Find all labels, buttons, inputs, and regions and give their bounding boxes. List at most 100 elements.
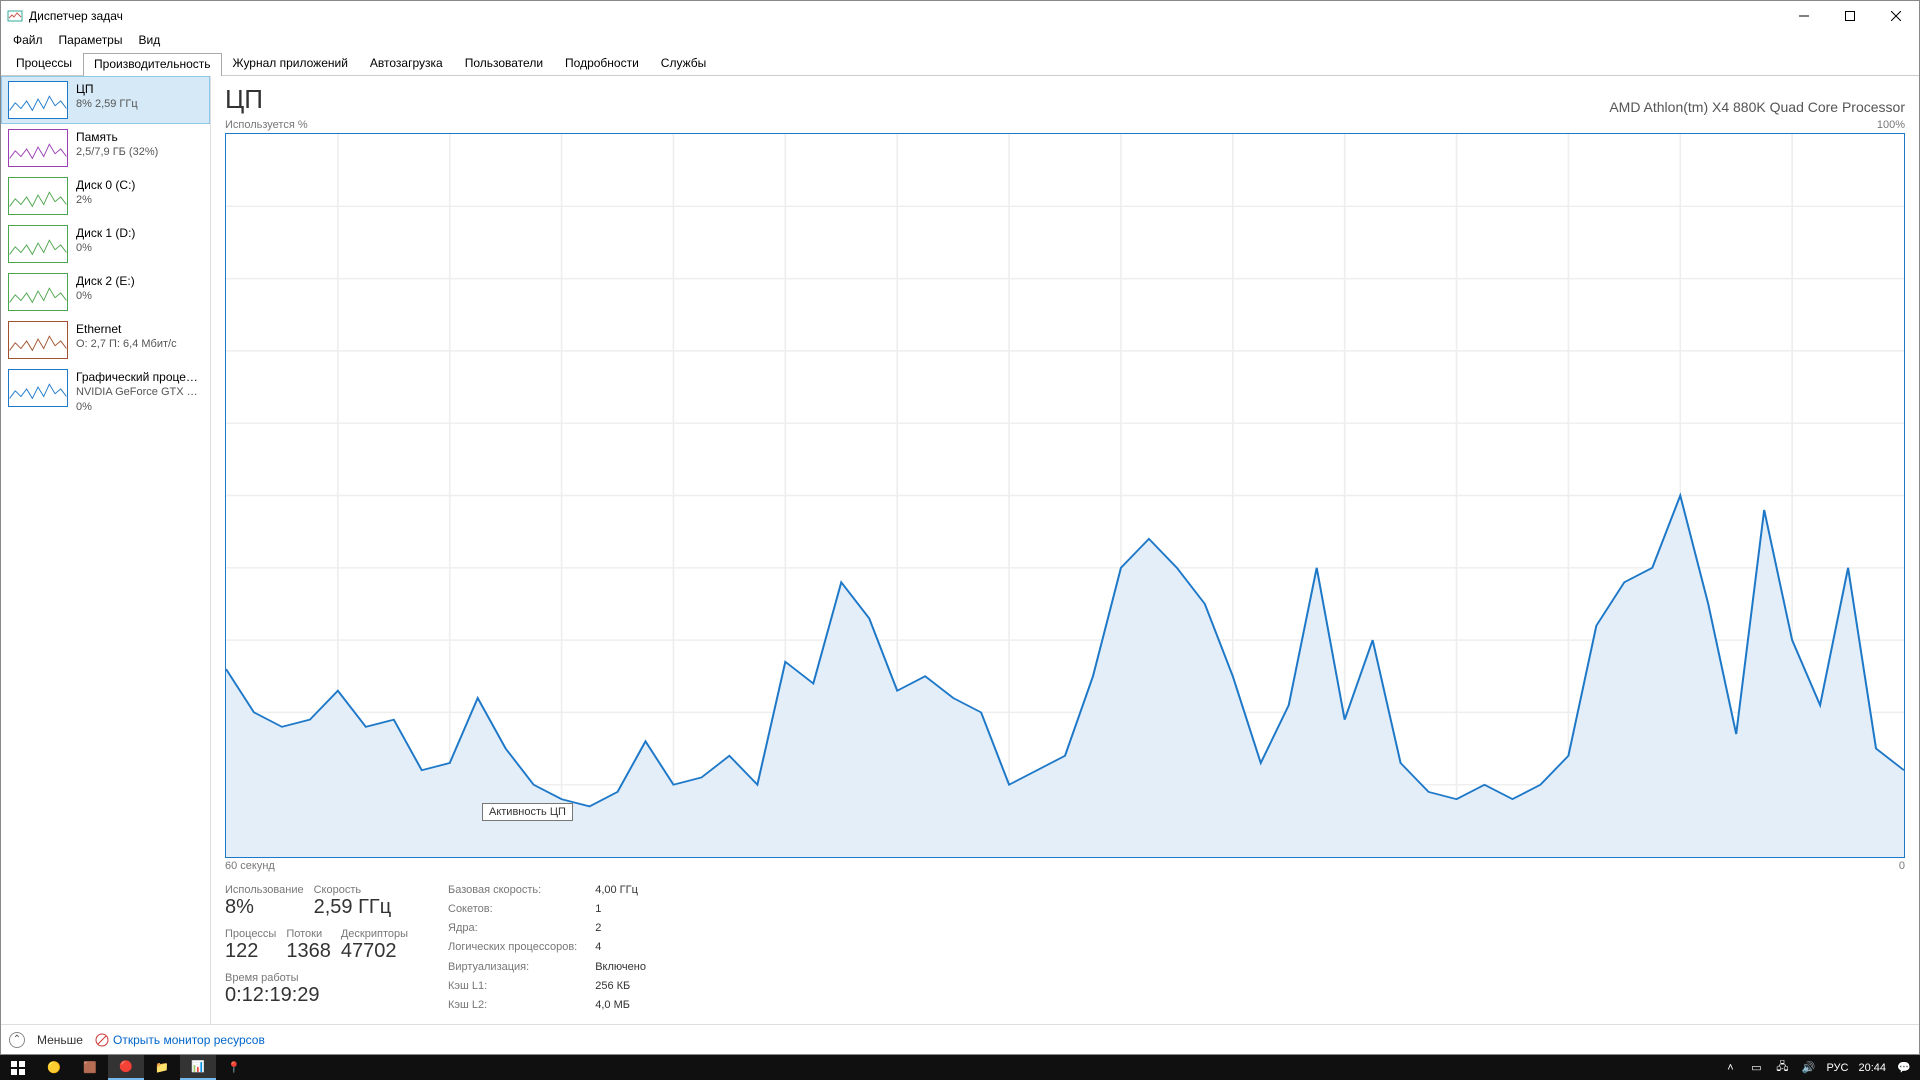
stat-value: 8% [225,896,304,918]
sidebar-item-title: Графический процессор 0 [76,369,203,385]
tray-language[interactable]: РУС [1826,1062,1848,1074]
tab-Процессы[interactable]: Процессы [5,52,83,75]
app-icon [7,8,23,24]
tray-battery-icon[interactable]: ▭ [1748,1060,1764,1076]
taskbar-app-1[interactable]: 🟫 [72,1055,108,1080]
sidebar-item-disk2[interactable]: Диск 2 (E:)0% [1,268,210,316]
resmon-icon [95,1033,109,1047]
detail-value: 4,0 МБ [595,999,646,1016]
tray-volume-icon[interactable]: 🔊 [1800,1060,1816,1076]
close-button[interactable] [1873,1,1919,31]
detail-value: 4,00 ГГц [595,884,646,901]
detail-value: 4 [595,941,646,958]
sidebar-item-title: Диск 1 (D:) [76,225,135,241]
detail-key: Логических процессоров: [448,941,577,958]
main-panel: ЦП AMD Athlon(tm) X4 880K Quad Core Proc… [211,76,1919,1024]
tray-chevron-icon[interactable]: ˄ [1722,1060,1738,1076]
cpu-chart[interactable]: Активность ЦП [225,133,1905,858]
fewer-details-link[interactable]: Меньше [37,1033,83,1047]
sidebar-item-gpu[interactable]: Графический процессор 0NVIDIA GeForce GT… [1,364,210,420]
detail-value: Включено [595,961,646,978]
sidebar-item-disk1[interactable]: Диск 1 (D:)0% [1,220,210,268]
sidebar-item-sub: 8% 2,59 ГГц [76,97,138,112]
stat-label: Использование [225,884,304,896]
start-button[interactable] [0,1055,36,1080]
taskbar-app-explorer[interactable]: 📁 [144,1055,180,1080]
sidebar-item-sub: 2,5/7,9 ГБ (32%) [76,145,158,160]
tray-notifications-icon[interactable]: 💬 [1896,1060,1912,1076]
tab-Автозагрузка[interactable]: Автозагрузка [359,52,454,75]
window-title: Диспетчер задач [29,9,1781,23]
detail-value: 1 [595,903,646,920]
stats-area: Использование 8% Скорость 2,59 ГГц Проце… [225,884,1905,1016]
page-heading: ЦП [225,84,263,115]
chart-x-right: 0 [1899,860,1905,872]
stat-value: 122 [225,940,276,962]
taskbar-app-taskmgr[interactable]: 📊 [180,1055,216,1080]
detail-value: 2 [595,922,646,939]
sidebar-item-sub: NVIDIA GeForce GTX 1050 Ti [76,385,203,400]
tab-Службы[interactable]: Службы [650,52,717,75]
collapse-icon[interactable]: ⌃ [9,1032,25,1048]
uptime-label: Время работы [225,972,408,984]
menu-Файл[interactable]: Файл [5,31,51,52]
open-resmon-link[interactable]: Открыть монитор ресурсов [95,1033,265,1047]
stat-label: Процессы [225,928,276,940]
tray-clock[interactable]: 20:44 [1858,1062,1886,1074]
taskbar-app-3[interactable]: 📍 [216,1055,252,1080]
menubar: ФайлПараметрыВид [1,31,1919,52]
detail-key: Кэш L1: [448,980,577,997]
uptime-value: 0:12:19:29 [225,984,408,1006]
sidebar-item-mem[interactable]: Память2,5/7,9 ГБ (32%) [1,124,210,172]
tray-network-icon[interactable]: 🖧 [1774,1060,1790,1076]
sidebar-item-cpu[interactable]: ЦП8% 2,59 ГГц [1,76,210,124]
stat-value: 1368 [286,940,331,962]
sidebar-item-title: Ethernet [76,321,177,337]
chart-tooltip: Активность ЦП [482,803,573,821]
sidebar-item-title: ЦП [76,81,138,97]
detail-key: Кэш L2: [448,999,577,1016]
sidebar-item-net[interactable]: EthernetО: 2,7 П: 6,4 Мбит/с [1,316,210,364]
tab-Подробности[interactable]: Подробности [554,52,650,75]
sidebar-thumb-disk1 [8,225,68,263]
sidebar-item-sub: О: 2,7 П: 6,4 Мбит/с [76,337,177,352]
sidebar-thumb-cpu [8,81,68,119]
sidebar-item-title: Память [76,129,158,145]
tab-Производительность[interactable]: Производительность [83,53,221,76]
sidebar-item-disk0[interactable]: Диск 0 (C:)2% [1,172,210,220]
cpu-details: Базовая скорость: 4,00 ГГц Сокетов: 1 Ядра: 2… [448,884,646,1016]
titlebar[interactable]: Диспетчер задач [1,1,1919,31]
sidebar-thumb-disk2 [8,273,68,311]
taskbar-app-browser[interactable]: 🟡 [36,1055,72,1080]
stat-value: 2,59 ГГц [314,896,392,918]
detail-key: Базовая скорость: [448,884,577,901]
taskbar-app-2[interactable]: 🔴 [108,1055,144,1080]
sidebar-item-title: Диск 2 (E:) [76,273,135,289]
chart-x-left: 60 секунд [225,860,275,872]
detail-key: Ядра: [448,922,577,939]
cpu-model: AMD Athlon(tm) X4 880K Quad Core Process… [1609,99,1905,115]
sidebar-item-sub: 0% [76,289,135,304]
menu-Вид[interactable]: Вид [130,31,168,52]
maximize-button[interactable] [1827,1,1873,31]
taskbar[interactable]: 🟡 🟫 🔴 📁 📊 📍 ˄ ▭ 🖧 🔊 РУС 20:44 💬 [0,1055,1920,1080]
sidebar-item-sub: 2% [76,193,135,208]
minimize-button[interactable] [1781,1,1827,31]
task-manager-window: Диспетчер задач ФайлПараметрыВид Процесс… [0,0,1920,1055]
sidebar-item-sub: 0% [76,241,135,256]
tab-Пользователи[interactable]: Пользователи [454,52,554,75]
footer: ⌃ Меньше Открыть монитор ресурсов [1,1024,1919,1054]
chart-y-max: 100% [1877,119,1905,131]
stat-value: 47702 [341,940,408,962]
detail-key: Сокетов: [448,903,577,920]
menu-Параметры[interactable]: Параметры [51,31,131,52]
stat-label: Скорость [314,884,392,896]
sidebar-thumb-gpu [8,369,68,407]
chart-y-label: Используется % [225,119,308,131]
stat-label: Дескрипторы [341,928,408,940]
tab-Журнал приложений[interactable]: Журнал приложений [222,52,359,75]
sidebar-thumb-mem [8,129,68,167]
detail-value: 256 КБ [595,980,646,997]
sidebar-item-title: Диск 0 (C:) [76,177,135,193]
detail-key: Виртуализация: [448,961,577,978]
